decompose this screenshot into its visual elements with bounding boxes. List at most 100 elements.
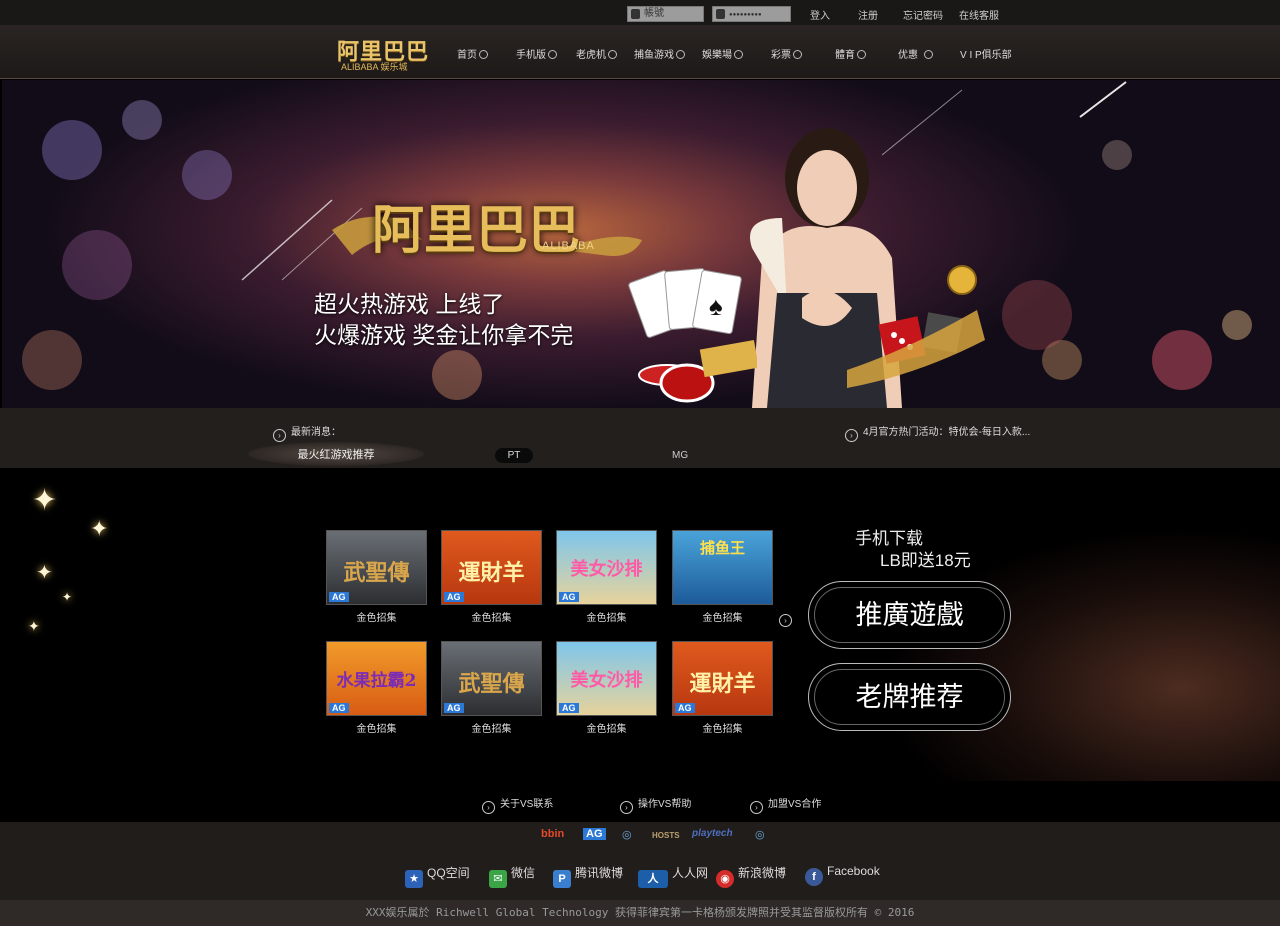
news-headline[interactable]: › 4月官方热门活动：特优会-每日入款... [845, 423, 1030, 442]
chevron-down-icon [479, 50, 488, 59]
game-card[interactable]: 捕鱼王 金色招集 [672, 530, 773, 624]
classic-recommend-button[interactable]: 老牌推荐 [808, 663, 1011, 731]
ag-badge: AG [444, 703, 464, 713]
partner-logo: ◎ [755, 829, 765, 841]
game-label: 金色招集 [356, 613, 397, 624]
tab-mg[interactable]: MG [672, 450, 688, 461]
nav-item-casino[interactable]: 娛樂場 [702, 46, 743, 61]
arrow-right-icon: › [620, 801, 633, 814]
game-tabs: 最火红游戏推荐 PT MG [0, 442, 1280, 468]
nav-item-promotions[interactable]: 优惠 [898, 46, 933, 61]
register-link[interactable]: 注册 [858, 7, 878, 22]
login-link[interactable]: 登入 [810, 7, 830, 22]
games-section: ✦ ✦ ✦ ✦ ✦ 武聖傳 AG 金色招集 運財羊 AG 金色招集 美女沙排 A… [2, 468, 1280, 781]
top-bar: 帳號 ●●●●●●●●● 登入 注册 忘记密码 在线客服 [0, 0, 1280, 26]
sparkle-icon: ✦ [62, 590, 73, 604]
game-thumbnail: 美女沙排 AG [556, 530, 657, 605]
partners-bar: bbin AG ◎ HOSTS playtech ◎ ★ QQ空间 ✉ 微信 P 腾讯… [0, 822, 1280, 900]
social-qzone[interactable]: ★ QQ空间 [405, 864, 470, 888]
game-card[interactable]: 水果拉霸2 AG 金色招集 [326, 641, 427, 735]
tab-hot-games[interactable]: 最火红游戏推荐 [248, 442, 424, 466]
footer-links: › 关于VS联系 › 操作VS帮助 › 加盟VS合作 [0, 781, 1280, 822]
chevron-down-icon [608, 50, 617, 59]
tencent-weibo-icon: P [553, 870, 571, 888]
arrow-right-icon: › [273, 429, 286, 442]
partner-logo: ◎ [622, 829, 632, 841]
renren-icon: 人 [638, 870, 668, 888]
game-label: 金色招集 [702, 724, 743, 735]
nav-item-vip[interactable]: V I P俱乐部 [960, 46, 1012, 61]
nav-item-sports[interactable]: 體育 [835, 46, 866, 61]
nav-item-lottery[interactable]: 彩票 [771, 46, 802, 61]
download-bonus-text: LB即送18元 [880, 551, 971, 570]
star-icon: ★ [405, 870, 423, 888]
cards-chips-image: ♠ [628, 268, 757, 403]
sina-weibo-icon: ◉ [716, 870, 734, 888]
game-label: 金色招集 [702, 613, 743, 624]
user-icon [631, 9, 640, 19]
account-input[interactable]: 帳號 [627, 6, 704, 22]
ag-badge: AG [444, 592, 464, 602]
account-placeholder: 帳號 [644, 8, 664, 19]
news-label: › 最新消息： [273, 423, 341, 442]
ag-badge: AG [329, 703, 349, 713]
join-link[interactable]: › 加盟VS合作 [750, 795, 821, 814]
sparkle-icon: ✦ [90, 516, 109, 541]
game-card[interactable]: 武聖傳 AG 金色招集 [441, 641, 542, 735]
chevron-down-icon [793, 50, 802, 59]
banner-slogan-1: 超火热游戏 上线了 [314, 291, 505, 317]
banner-slogan-2: 火爆游戏 奖金让你拿不完 [314, 322, 574, 348]
tab-pt[interactable]: PT [495, 448, 533, 463]
sparkle-icon: ✦ [32, 484, 58, 517]
social-wechat[interactable]: ✉ 微信 [489, 864, 535, 888]
wechat-icon: ✉ [489, 870, 507, 888]
game-thumbnail: 運財羊 AG [672, 641, 773, 716]
game-label: 金色招集 [586, 724, 627, 735]
hero-banner[interactable]: 阿里巴巴 ALIBABA 超火热游戏 上线了 火爆游戏 奖金让你拿不完 ♠ [2, 80, 1280, 408]
game-thumbnail: 水果拉霸2 AG [326, 641, 427, 716]
forgot-password-link[interactable]: 忘记密码 [903, 7, 943, 22]
next-arrow-icon[interactable]: › [779, 614, 792, 627]
svg-text:♠: ♠ [709, 291, 723, 321]
arrow-right-icon: › [750, 801, 763, 814]
arrow-right-icon: › [482, 801, 495, 814]
password-placeholder: ●●●●●●●●● [729, 12, 762, 18]
game-card[interactable]: 美女沙排 AG 金色招集 [556, 530, 657, 624]
main-nav: 阿里巴巴 ALIBABA 娱乐城 首页 手机版 老虎机 捕鱼游戏 娛樂場 彩票 … [0, 26, 1280, 79]
help-link[interactable]: › 操作VS帮助 [620, 795, 691, 814]
game-card[interactable]: 運財羊 AG 金色招集 [672, 641, 773, 735]
chevron-down-icon [548, 50, 557, 59]
lock-icon [716, 9, 725, 19]
about-link[interactable]: › 关于VS联系 [482, 795, 553, 814]
game-card[interactable]: 運財羊 AG 金色招集 [441, 530, 542, 624]
game-thumbnail: 運財羊 AG [441, 530, 542, 605]
social-renren[interactable]: 人人人网 [638, 864, 708, 888]
game-label: 金色招集 [471, 613, 512, 624]
chevron-down-icon [857, 50, 866, 59]
game-card[interactable]: 武聖傳 AG 金色招集 [326, 530, 427, 624]
password-input[interactable]: ●●●●●●●●● [712, 6, 791, 22]
nav-item-mobile[interactable]: 手机版 [516, 46, 557, 61]
nav-item-fishing[interactable]: 捕鱼游戏 [634, 46, 685, 61]
promo-games-button[interactable]: 推廣遊戲 [808, 581, 1011, 649]
social-facebook[interactable]: f Facebook [805, 864, 880, 886]
social-sina-weibo[interactable]: ◉ 新浪微博 [716, 864, 786, 888]
ag-badge: AG [675, 703, 695, 713]
dice-image [847, 265, 985, 388]
game-thumbnail: 美女沙排 AG [556, 641, 657, 716]
ag-badge: AG [329, 592, 349, 602]
bbin-logo: bbin [541, 828, 565, 840]
ag-badge: AG [559, 703, 579, 713]
nav-item-home[interactable]: 首页 [457, 46, 488, 61]
logo-subtext: ALIBABA 娱乐城 [341, 62, 408, 72]
site-logo[interactable]: 阿里巴巴 ALIBABA 娱乐城 [337, 34, 443, 74]
banner-logo-en: ALIBABA [542, 240, 595, 252]
social-tencent-weibo[interactable]: P 腾讯微博 [553, 864, 623, 888]
partner-logo: HOSTS [652, 831, 680, 840]
nav-item-slots[interactable]: 老虎机 [576, 46, 617, 61]
game-card[interactable]: 美女沙排 AG 金色招集 [556, 641, 657, 735]
facebook-icon: f [805, 868, 823, 886]
game-label: 金色招集 [471, 724, 512, 735]
game-thumbnail: 武聖傳 AG [326, 530, 427, 605]
online-support-link[interactable]: 在线客服 [959, 7, 999, 22]
